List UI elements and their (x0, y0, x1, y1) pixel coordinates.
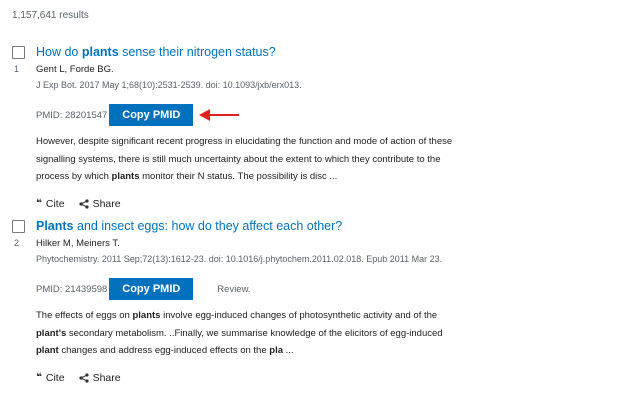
copy-pmid-button[interactable]: Copy PMID (109, 104, 194, 126)
result-citation: Phytochemistry. 2011 Sep;72(13):1612-23.… (36, 254, 443, 264)
quote-icon: ❝ (36, 372, 42, 383)
result-title-link[interactable]: How do plants sense their nitrogen statu… (36, 44, 626, 60)
cite-button[interactable]: ❝ Cite (36, 372, 65, 384)
share-icon (78, 372, 89, 383)
result-authors: Gent L, Forde BG. (36, 64, 114, 75)
publication-type: Review. (217, 283, 251, 295)
results-count: 1,157,641 results (12, 10, 89, 21)
copy-pmid-button[interactable]: Copy PMID (109, 278, 194, 300)
result-checkbox[interactable] (12, 220, 25, 233)
result-number: 1 (14, 64, 20, 74)
result-checkbox[interactable] (12, 46, 25, 59)
result-title-link[interactable]: Plants and insect eggs: how do they affe… (36, 218, 626, 234)
result-citation: J Exp Bot. 2017 May 1;68(10):2531-2539. … (36, 80, 302, 90)
result-snippet: However, despite significant recent prog… (36, 136, 453, 182)
result-snippet: The effects of eggs on plants involve eg… (36, 310, 443, 356)
share-button[interactable]: Share (78, 372, 121, 384)
pmid-label: PMID: 28201547 (36, 109, 108, 121)
result-number: 2 (14, 238, 20, 248)
red-arrow-icon (199, 109, 240, 121)
share-icon (78, 198, 89, 209)
cite-button[interactable]: ❝ Cite (36, 198, 65, 210)
result-authors: Hilker M, Meiners T. (36, 238, 120, 249)
pmid-label: PMID: 21439598 (36, 283, 108, 295)
quote-icon: ❝ (36, 198, 42, 209)
share-button[interactable]: Share (78, 198, 121, 210)
